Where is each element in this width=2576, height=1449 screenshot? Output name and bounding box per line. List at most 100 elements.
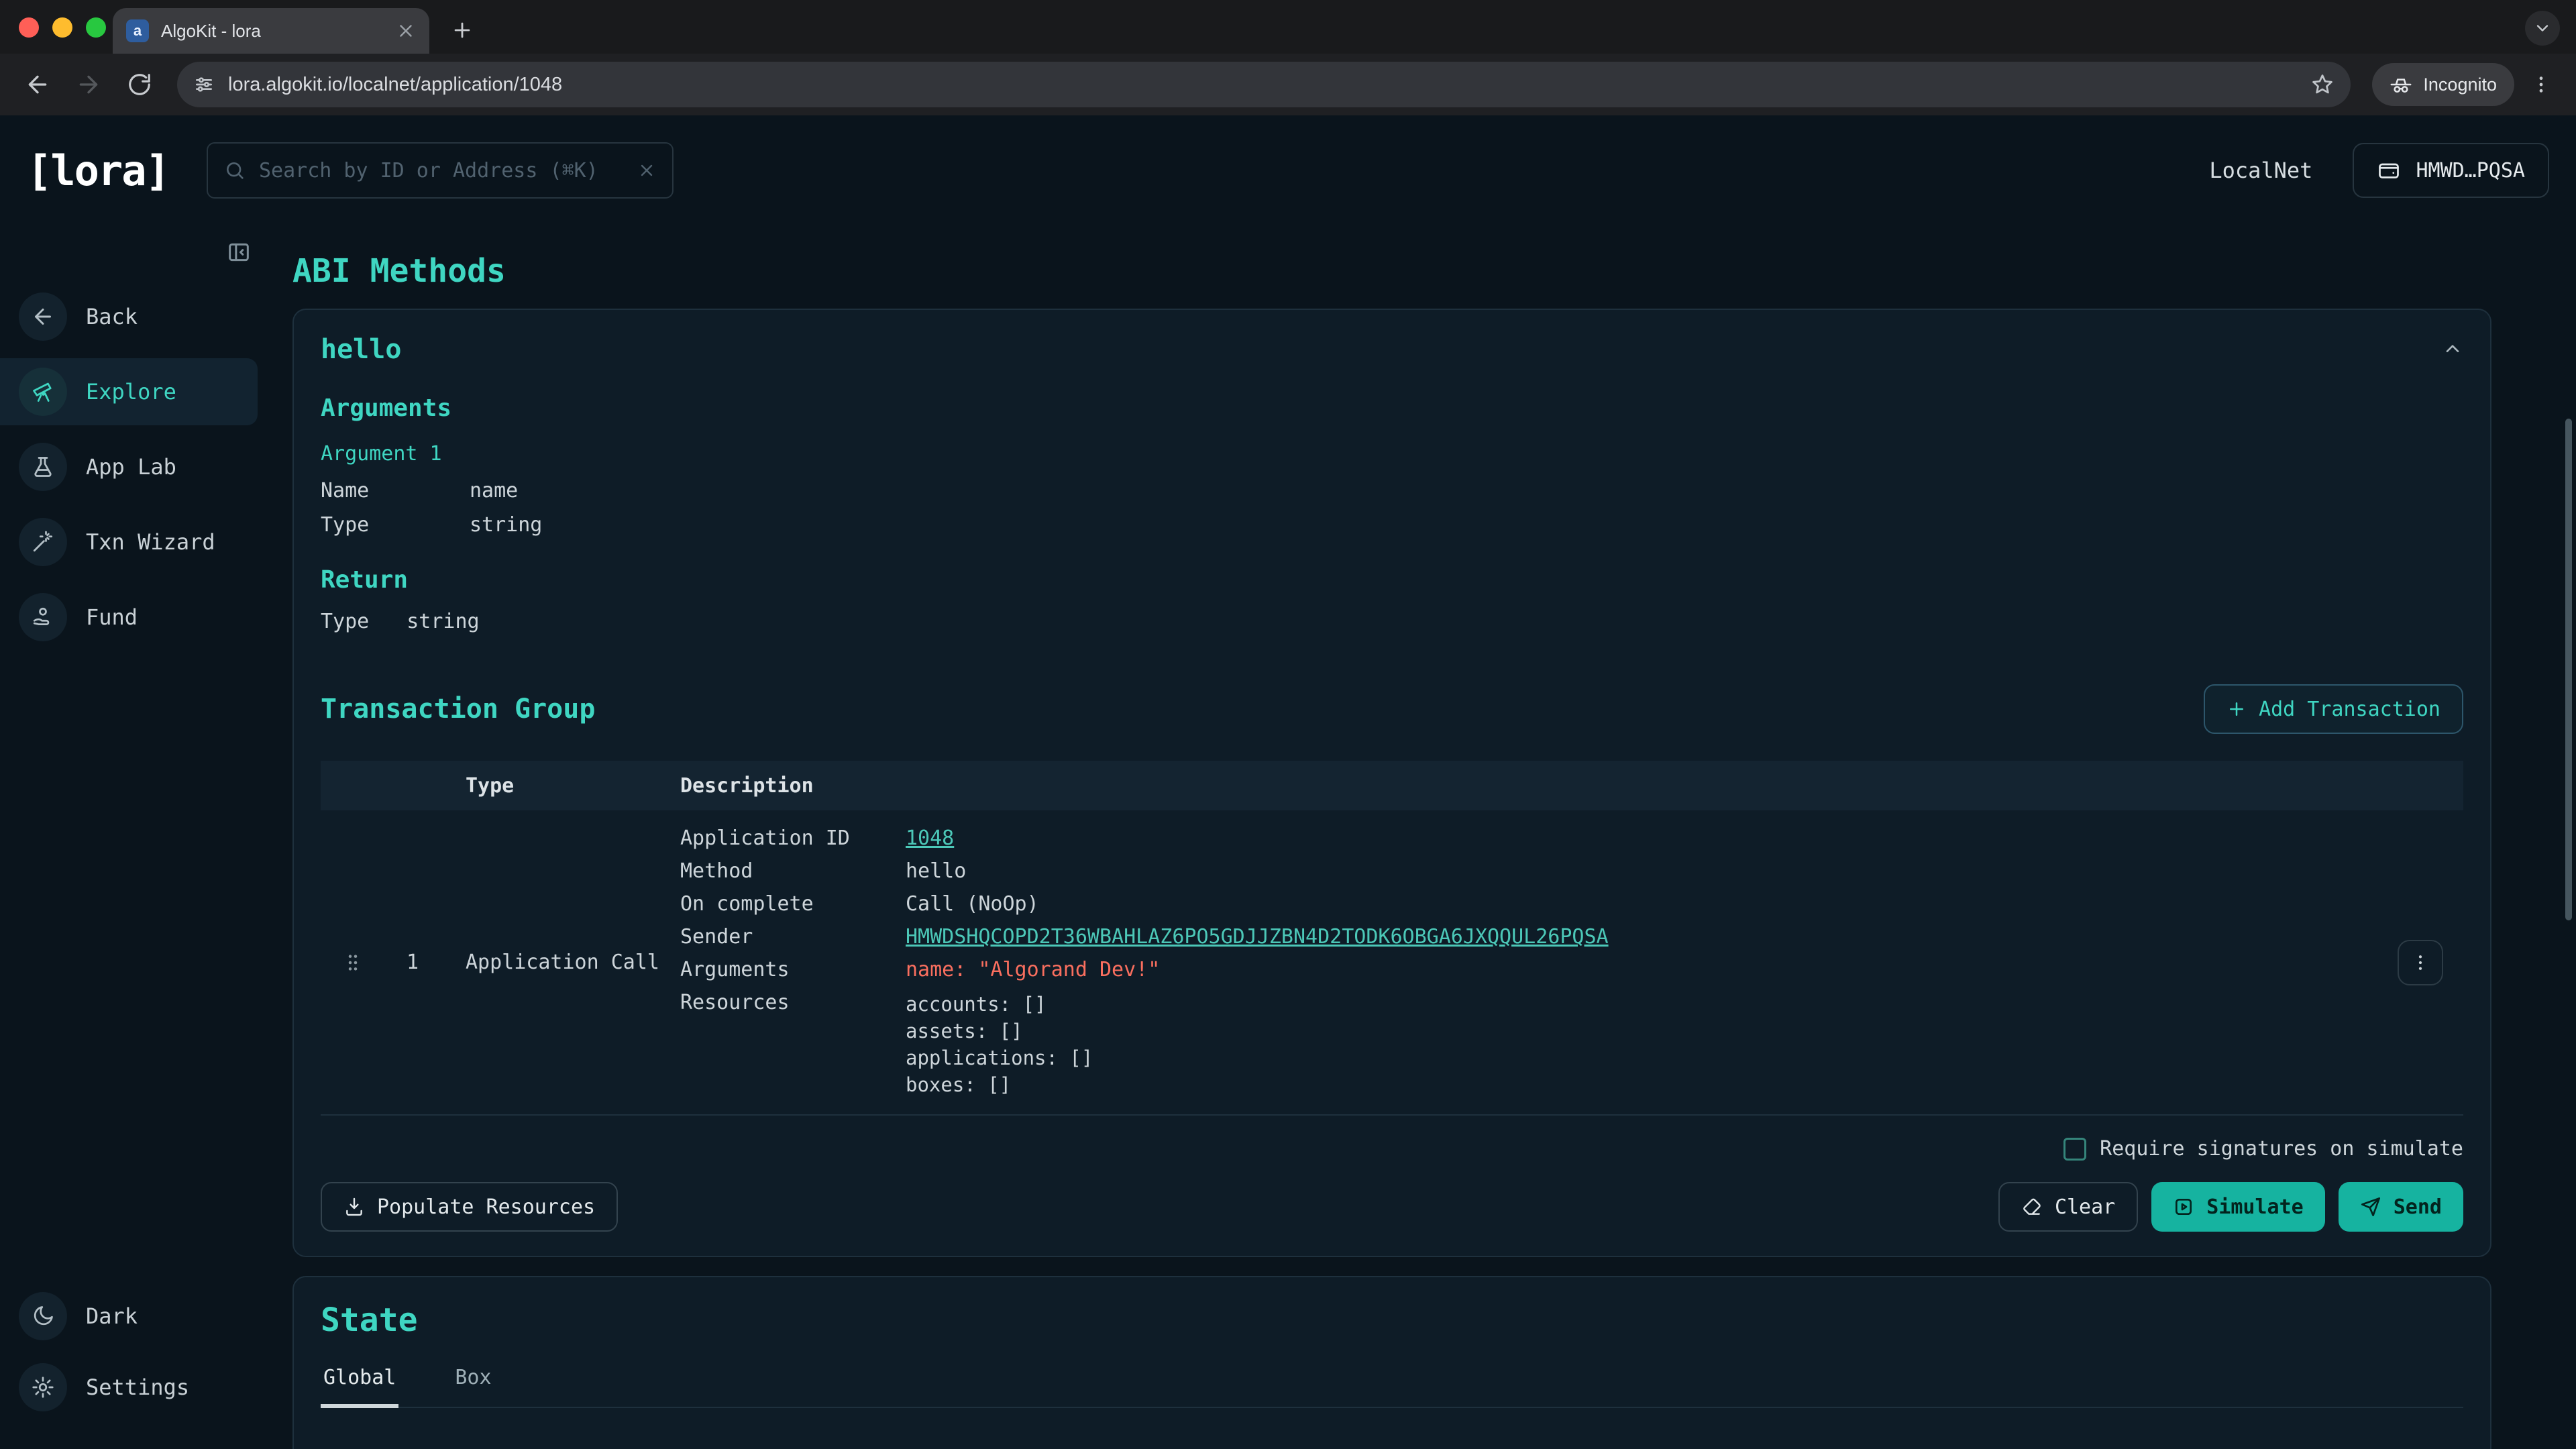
header-right: LocalNet HMWD…PQSA: [2209, 143, 2549, 198]
state-tabs: Global Box: [321, 1366, 2463, 1408]
return-heading: Return: [321, 566, 2463, 594]
back-button[interactable]: [16, 63, 59, 106]
collapse-method-chevron-icon[interactable]: [2442, 339, 2463, 360]
incognito-label: Incognito: [2423, 74, 2497, 95]
browser-toolbar: lora.algokit.io/localnet/application/104…: [0, 54, 2576, 115]
back-arrow-icon: [19, 292, 67, 341]
send-label: Send: [2394, 1195, 2442, 1219]
tab-box[interactable]: Box: [452, 1366, 494, 1407]
send-button[interactable]: Send: [2339, 1182, 2463, 1232]
drag-handle-icon[interactable]: [342, 951, 364, 975]
url-text[interactable]: lora.algokit.io/localnet/application/104…: [228, 74, 2297, 96]
transaction-group-title: Transaction Group: [321, 694, 595, 724]
argument-1-details: Name name Type string: [321, 479, 2463, 537]
sidebar-item-label: Fund: [86, 604, 138, 630]
search-icon: [224, 160, 246, 181]
lora-logo[interactable]: [lora]: [27, 146, 169, 195]
column-header-type: Type: [466, 774, 680, 798]
argument-name-value: name: [470, 479, 2463, 502]
search-clear-icon[interactable]: [637, 161, 656, 180]
sidebar-item-fund[interactable]: Fund: [0, 584, 258, 651]
page-scrollbar[interactable]: [2565, 419, 2572, 920]
add-transaction-label: Add Transaction: [2259, 698, 2440, 721]
wallet-icon: [2377, 158, 2401, 182]
browser-tab[interactable]: a AlgoKit - lora: [113, 8, 429, 54]
new-tab-button[interactable]: [445, 13, 479, 47]
minimize-window-button[interactable]: [52, 17, 72, 38]
sidebar-item-label: Dark: [86, 1303, 138, 1329]
wallet-button[interactable]: HMWD…PQSA: [2353, 143, 2549, 198]
add-transaction-button[interactable]: Add Transaction: [2204, 684, 2463, 734]
column-header-description: Description: [680, 774, 2377, 798]
simulate-button[interactable]: Simulate: [2151, 1182, 2325, 1232]
sidebar-item-back[interactable]: Back: [0, 283, 258, 350]
txn-table-row[interactable]: 1 Application Call Application ID 1048 M…: [321, 810, 2463, 1116]
return-type-label: Type: [321, 610, 369, 633]
gear-icon: [19, 1363, 67, 1411]
method-name: hello: [321, 334, 401, 365]
resources-assets: assets: []: [906, 1018, 2377, 1044]
flask-icon: [19, 443, 67, 491]
sidebar-item-label: Back: [86, 304, 138, 329]
screen: a AlgoKit - lora lora.algokit.io/localne: [0, 0, 2576, 1449]
argument-name-label: Name: [321, 479, 470, 502]
global-search[interactable]: [207, 142, 674, 199]
hand-coins-icon: [19, 593, 67, 641]
tab-search-button[interactable]: [2525, 11, 2560, 46]
network-label[interactable]: LocalNet: [2209, 158, 2312, 183]
close-window-button[interactable]: [19, 17, 39, 38]
tab-global[interactable]: Global: [321, 1366, 398, 1408]
require-signatures-label: Require signatures on simulate: [2100, 1137, 2463, 1161]
app-body: Back Explore App Lab Txn Wizard: [0, 225, 2576, 1449]
tab-close-icon[interactable]: [396, 21, 416, 41]
tab-favicon-icon: a: [126, 19, 149, 42]
sidebar-item-txn-wizard[interactable]: Txn Wizard: [0, 508, 258, 576]
app-id-link[interactable]: 1048: [906, 826, 2377, 850]
method-value: hello: [906, 859, 2377, 883]
row-menu-button[interactable]: [2398, 940, 2443, 985]
site-settings-icon[interactable]: [193, 74, 215, 95]
argument-type-label: Type: [321, 513, 470, 537]
txn-actions-row: Populate Resources Clear: [321, 1182, 2463, 1232]
sidebar-item-app-lab[interactable]: App Lab: [0, 433, 258, 500]
telescope-icon: [19, 368, 67, 416]
moon-icon: [19, 1292, 67, 1340]
transaction-group-header: Transaction Group Add Transaction: [321, 684, 2463, 734]
sidebar-item-settings[interactable]: Settings: [0, 1354, 258, 1421]
resources-accounts: accounts: []: [906, 991, 2377, 1018]
resources-label: Resources: [680, 991, 906, 1014]
eraser-icon: [2021, 1196, 2043, 1218]
sidebar-item-label: Explore: [86, 379, 176, 405]
return-type-value: string: [407, 610, 479, 633]
sidebar-item-explore[interactable]: Explore: [0, 358, 258, 425]
tab-title: AlgoKit - lora: [161, 21, 384, 42]
simulate-icon: [2173, 1196, 2194, 1218]
populate-resources-label: Populate Resources: [377, 1195, 595, 1219]
require-signatures-row: Require signatures on simulate: [321, 1137, 2463, 1161]
sidebar: Back Explore App Lab Txn Wizard: [0, 225, 268, 1449]
require-signatures-checkbox[interactable]: [2063, 1138, 2086, 1161]
zoom-window-button[interactable]: [86, 17, 106, 38]
sender-label: Sender: [680, 925, 906, 949]
forward-button[interactable]: [67, 63, 110, 106]
search-input[interactable]: [259, 159, 624, 182]
argument-1-heading: Argument 1: [321, 442, 2463, 466]
app-id-label: Application ID: [680, 826, 906, 850]
sender-link[interactable]: HMWDSHQCOPD2T36WBAHLAZ6PO5GDJJZBN4D2TODK…: [906, 925, 2377, 949]
browser-menu-button[interactable]: [2522, 68, 2560, 101]
sidebar-item-label: App Lab: [86, 454, 176, 480]
browser-tabstrip: a AlgoKit - lora: [0, 0, 2576, 54]
address-bar[interactable]: lora.algokit.io/localnet/application/104…: [177, 62, 2351, 107]
clear-button[interactable]: Clear: [1998, 1182, 2138, 1232]
reload-button[interactable]: [118, 63, 161, 106]
argument-type-value: string: [470, 513, 2463, 537]
sidebar-collapse-icon[interactable]: [225, 239, 252, 266]
wallet-address-label: HMWD…PQSA: [2416, 159, 2525, 182]
resources-applications: applications: []: [906, 1044, 2377, 1071]
bookmark-star-icon[interactable]: [2310, 72, 2334, 97]
populate-resources-button[interactable]: Populate Resources: [321, 1182, 618, 1232]
sidebar-item-theme-dark[interactable]: Dark: [0, 1283, 258, 1350]
resources-value: accounts: [] assets: [] applications: []…: [906, 991, 2377, 1098]
sidebar-item-label: Txn Wizard: [86, 529, 215, 555]
send-icon: [2360, 1196, 2381, 1218]
